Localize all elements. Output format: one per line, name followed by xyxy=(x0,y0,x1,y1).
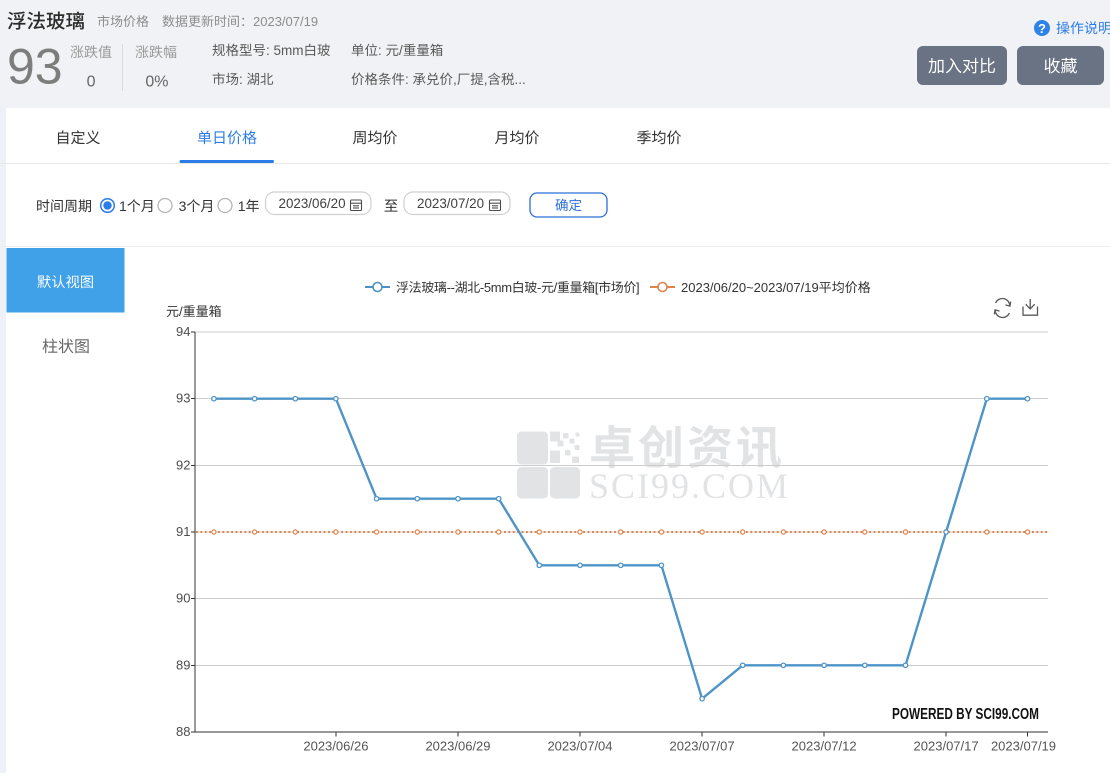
svg-text:2023/07/19: 2023/07/19 xyxy=(991,739,1056,754)
svg-text:2023/07/17: 2023/07/17 xyxy=(914,739,979,754)
svg-text::: : xyxy=(405,72,409,87)
svg-text:93: 93 xyxy=(7,39,63,95)
svg-text:91: 91 xyxy=(176,524,190,539)
svg-text:2023/06/20~2023/07/19: 2023/06/20~2023/07/19 xyxy=(681,280,819,295)
svg-text:--: -- xyxy=(447,280,455,295)
svg-text:/: / xyxy=(179,304,183,319)
svg-text:-: - xyxy=(537,280,541,295)
svg-text:3: 3 xyxy=(179,198,187,214)
svg-text:93: 93 xyxy=(176,391,190,406)
svg-text:90: 90 xyxy=(176,591,190,606)
svg-text:94: 94 xyxy=(176,324,190,339)
svg-text::: : xyxy=(378,43,382,58)
svg-text:2023/06/29: 2023/06/29 xyxy=(425,739,490,754)
svg-text:89: 89 xyxy=(176,657,190,672)
svg-text:1: 1 xyxy=(119,198,127,214)
svg-text:...: ... xyxy=(515,72,526,87)
svg-text:,: , xyxy=(484,72,488,87)
svg-text::: : xyxy=(239,72,243,87)
svg-text:0%: 0% xyxy=(145,74,168,91)
svg-text:]: ] xyxy=(636,280,639,295)
svg-text:2023/07/12: 2023/07/12 xyxy=(792,739,857,754)
svg-text:2023/07/07: 2023/07/07 xyxy=(670,739,735,754)
svg-text:1: 1 xyxy=(238,198,246,214)
svg-text:2023/07/19: 2023/07/19 xyxy=(253,14,318,29)
svg-text:0: 0 xyxy=(87,74,96,91)
svg-text:92: 92 xyxy=(176,457,190,472)
svg-text:-5mm: -5mm xyxy=(480,280,512,295)
svg-text:POWERED BY SCI99.COM: POWERED BY SCI99.COM xyxy=(892,706,1039,723)
svg-text:2023/06/20: 2023/06/20 xyxy=(279,196,346,211)
svg-text:/: / xyxy=(399,43,403,58)
svg-text:?: ? xyxy=(1038,21,1046,36)
svg-text:88: 88 xyxy=(176,724,190,739)
svg-text:2023/07/20: 2023/07/20 xyxy=(417,196,484,211)
svg-text:2023/06/26: 2023/06/26 xyxy=(303,739,368,754)
svg-text:2023/07/04: 2023/07/04 xyxy=(547,739,612,754)
svg-text:: 5mm: : 5mm xyxy=(266,43,304,58)
svg-text:,: , xyxy=(453,72,457,87)
svg-text:SCI99.COM: SCI99.COM xyxy=(589,466,790,506)
